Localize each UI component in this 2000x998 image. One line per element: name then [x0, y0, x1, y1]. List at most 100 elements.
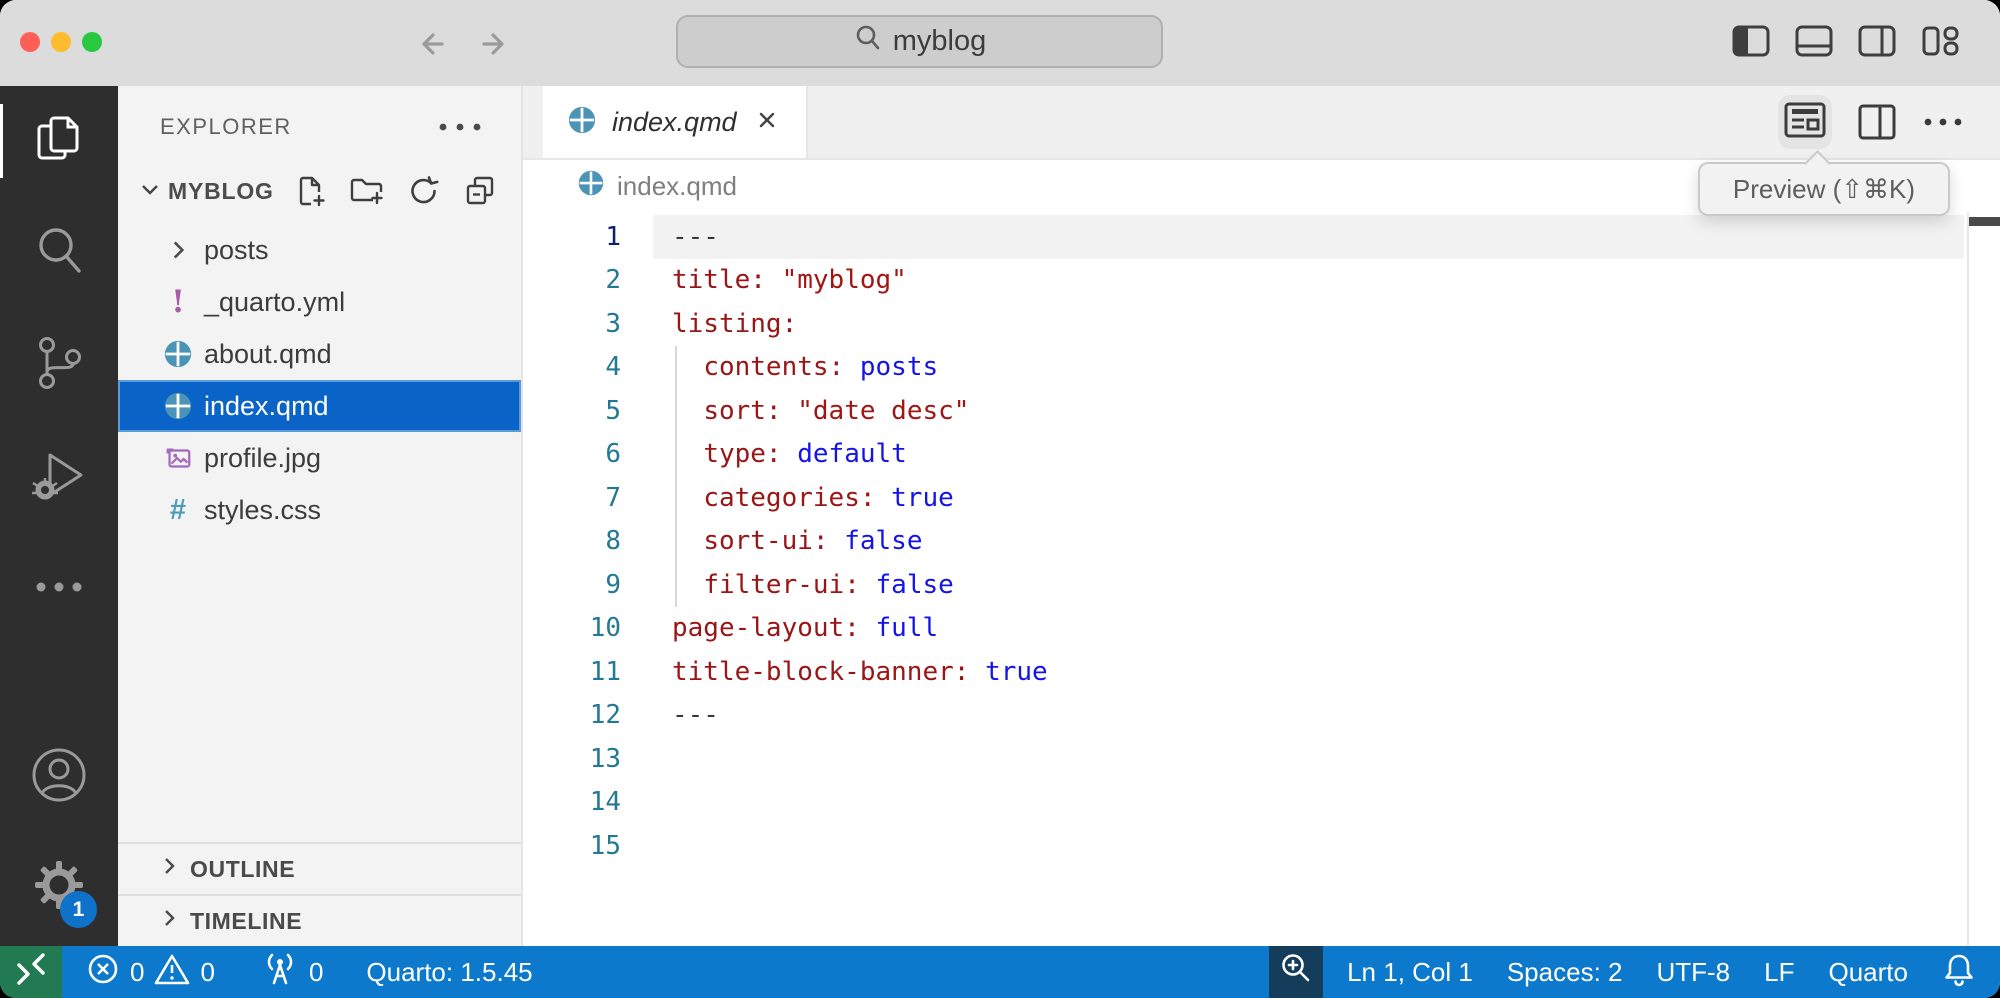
- customize-layout-icon[interactable]: [1920, 24, 1960, 58]
- file-label: posts: [204, 235, 269, 266]
- titlebar: myblog: [0, 0, 2000, 86]
- close-tab-icon[interactable]: [752, 105, 782, 140]
- maximize-window-button[interactable]: [82, 32, 102, 52]
- code-line-10[interactable]: 10page-layout: full: [523, 607, 2000, 651]
- preview-icon: [1782, 99, 1828, 146]
- preview-button[interactable]: [1778, 95, 1832, 149]
- indentation-status[interactable]: Spaces: 2: [1490, 946, 1640, 998]
- sidebar-header: EXPLORER: [160, 114, 483, 140]
- toggle-panel-icon[interactable]: [1794, 24, 1834, 58]
- views-more-actions-icon[interactable]: [437, 122, 483, 132]
- activitybar-run-debug[interactable]: [0, 446, 118, 508]
- toggle-sidebar-icon[interactable]: [1731, 24, 1771, 58]
- code-line-15[interactable]: 15: [523, 824, 2000, 868]
- line-number: 12: [523, 700, 633, 730]
- new-file-icon[interactable]: [293, 174, 327, 208]
- broadcast-status[interactable]: 0: [232, 946, 340, 998]
- file-label: _quarto.yml: [204, 287, 345, 318]
- code-line-4[interactable]: 4 contents: posts: [523, 346, 2000, 390]
- tree-item-_quarto.yml[interactable]: !_quarto.yml: [118, 276, 521, 328]
- history-nav: [412, 22, 514, 66]
- forward-arrow-icon[interactable]: [470, 22, 514, 66]
- project-section-header[interactable]: MYBLOG: [136, 174, 497, 208]
- code-line-7[interactable]: 7 categories: true: [523, 476, 2000, 520]
- code-line-12[interactable]: 12---: [523, 694, 2000, 738]
- code-text: ---: [633, 700, 719, 730]
- code-line-5[interactable]: 5 sort: "date desc": [523, 389, 2000, 433]
- back-arrow-icon[interactable]: [412, 22, 456, 66]
- breadcrumb-file: index.qmd: [617, 171, 737, 202]
- overview-ruler[interactable]: [1967, 212, 1969, 946]
- eol-status[interactable]: LF: [1747, 946, 1811, 998]
- tree-item-styles.css[interactable]: #styles.css: [118, 484, 521, 536]
- code-line-1[interactable]: 1---: [523, 215, 2000, 259]
- file-label: styles.css: [204, 495, 321, 526]
- remote-indicator[interactable]: [0, 946, 62, 998]
- status-bar: 0 0 0 Quarto: 1.5.45 Ln 1, Col 1: [0, 946, 2000, 998]
- new-folder-icon[interactable]: [349, 174, 385, 208]
- command-center-search[interactable]: myblog: [676, 15, 1163, 68]
- quarto-version-status[interactable]: Quarto: 1.5.45: [340, 946, 549, 998]
- code-line-14[interactable]: 14: [523, 781, 2000, 825]
- activitybar-accounts[interactable]: [30, 746, 88, 809]
- close-window-button[interactable]: [20, 32, 40, 52]
- vscode-window: myblog: [0, 0, 2000, 998]
- code-line-2[interactable]: 2title: "myblog": [523, 259, 2000, 303]
- activitybar-search[interactable]: [0, 222, 118, 284]
- activity-bar: 1: [0, 86, 118, 946]
- encoding-label: UTF-8: [1656, 957, 1730, 988]
- code-line-11[interactable]: 11title-block-banner: true: [523, 650, 2000, 694]
- settings-badge: 1: [60, 891, 97, 928]
- chevron-right-icon: [156, 853, 182, 885]
- encoding-status[interactable]: UTF-8: [1639, 946, 1747, 998]
- search-value: myblog: [893, 25, 987, 58]
- language-mode-status[interactable]: Quarto: [1812, 946, 1926, 998]
- tree-item-about.qmd[interactable]: about.qmd: [118, 328, 521, 380]
- quarto-icon: [162, 339, 194, 369]
- activitybar-source-control[interactable]: [0, 334, 118, 396]
- line-number: 13: [523, 744, 633, 774]
- activitybar-more[interactable]: [0, 558, 118, 620]
- minimize-window-button[interactable]: [51, 32, 71, 52]
- toggle-secondary-sidebar-icon[interactable]: [1857, 24, 1897, 58]
- split-editor-icon[interactable]: [1856, 102, 1898, 142]
- account-icon: [30, 791, 88, 808]
- line-number: 9: [523, 570, 633, 600]
- collapse-folders-icon[interactable]: [463, 174, 497, 208]
- code-text: listing:: [633, 309, 797, 339]
- notifications-status[interactable]: [1925, 946, 2000, 998]
- code-line-8[interactable]: 8 sort-ui: false: [523, 520, 2000, 564]
- tab-index-qmd[interactable]: index.qmd: [543, 86, 808, 158]
- indent-guide: [675, 346, 677, 607]
- ellipsis-icon: [34, 580, 84, 599]
- image-icon: [162, 443, 194, 473]
- code-line-6[interactable]: 6 type: default: [523, 433, 2000, 477]
- code-text: page-layout: full: [633, 613, 938, 643]
- outline-section[interactable]: OUTLINE: [118, 842, 521, 894]
- chevron-right-icon: [156, 905, 182, 937]
- refresh-icon[interactable]: [407, 174, 441, 208]
- activitybar-settings[interactable]: 1: [31, 857, 87, 918]
- tab-label: index.qmd: [612, 107, 737, 138]
- file-label: profile.jpg: [204, 443, 321, 474]
- code-line-9[interactable]: 9 filter-ui: false: [523, 563, 2000, 607]
- activity-bar-bottom: 1: [30, 746, 88, 918]
- problems-status[interactable]: 0 0: [62, 946, 232, 998]
- spaces-label: Spaces: 2: [1507, 957, 1623, 988]
- section-label: OUTLINE: [190, 856, 295, 883]
- preview-zoom-button[interactable]: [1269, 946, 1323, 998]
- tree-item-profile.jpg[interactable]: profile.jpg: [118, 432, 521, 484]
- cursor-position-status[interactable]: Ln 1, Col 1: [1323, 946, 1490, 998]
- debug-icon: [28, 444, 90, 511]
- timeline-section[interactable]: TIMELINE: [118, 894, 521, 946]
- line-number: 5: [523, 396, 633, 426]
- line-number: 2: [523, 265, 633, 295]
- sidebar-bottom-sections: OUTLINE TIMELINE: [118, 842, 521, 946]
- code-line-3[interactable]: 3listing:: [523, 302, 2000, 346]
- tree-item-posts[interactable]: posts: [118, 224, 521, 276]
- more-actions-icon[interactable]: [1922, 116, 1964, 128]
- code-line-13[interactable]: 13: [523, 737, 2000, 781]
- activitybar-explorer[interactable]: [0, 110, 118, 172]
- tree-item-index.qmd[interactable]: index.qmd: [118, 380, 521, 432]
- code-editor[interactable]: 1---2title: "myblog"3listing:4 contents:…: [523, 212, 2000, 946]
